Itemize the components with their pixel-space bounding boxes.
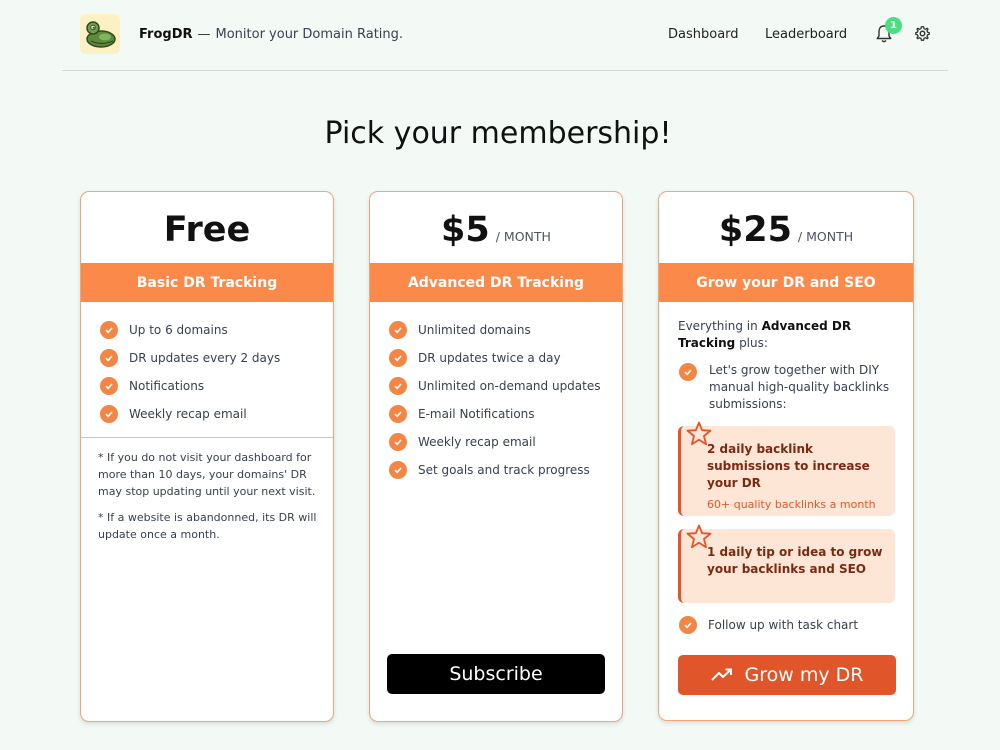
gear-icon[interactable] — [914, 25, 931, 42]
list-item: Notifications — [100, 372, 280, 400]
list-item: Let's grow together with DIY manual high… — [679, 362, 899, 413]
check-icon — [100, 321, 118, 339]
list-item: Unlimited domains — [389, 316, 601, 344]
check-icon — [679, 363, 697, 381]
app-name: FrogDR — [139, 27, 193, 42]
list-item: Up to 6 domains — [100, 316, 280, 344]
frog-logo[interactable] — [80, 14, 120, 54]
plan-name: Basic DR Tracking — [81, 263, 333, 302]
list-item: Weekly recap email — [100, 400, 280, 428]
feature-list: Unlimited domains DR updates twice a day… — [389, 316, 601, 484]
plan-card-advanced: $5 / MONTH Advanced DR Tracking Unlimite… — [369, 191, 623, 722]
notification-badge: 1 — [885, 17, 902, 34]
list-item: Weekly recap email — [389, 428, 601, 456]
check-icon — [389, 433, 407, 451]
feature-label: Weekly recap email — [129, 407, 247, 421]
list-item: Set goals and track progress — [389, 456, 601, 484]
feature-label: DR updates every 2 days — [129, 351, 281, 365]
perk-card: 2 daily backlink submissions to increase… — [678, 421, 895, 516]
perk-title: 1 daily tip or idea to grow your backlin… — [707, 545, 883, 576]
feature-label: Unlimited on-demand updates — [418, 379, 601, 393]
subscribe-button[interactable]: Subscribe — [387, 654, 605, 694]
intro-prefix: Everything in — [678, 319, 758, 333]
feature-label: DR updates twice a day — [418, 351, 561, 365]
check-icon — [100, 405, 118, 423]
feature-list: Up to 6 domains DR updates every 2 days … — [100, 316, 280, 428]
plan-price: Free — [81, 192, 333, 263]
check-icon — [389, 405, 407, 423]
feature-label: Let's grow together with DIY manual high… — [709, 363, 890, 411]
perk-card: 1 daily tip or idea to grow your backlin… — [678, 524, 895, 603]
check-icon — [389, 377, 407, 395]
price-amount: $5 — [441, 209, 490, 250]
price-period: / MONTH — [495, 229, 551, 244]
plan-name: Advanced DR Tracking — [370, 263, 622, 302]
feature-label: Follow up with task chart — [708, 618, 859, 632]
plan-price: $5 / MONTH — [370, 192, 622, 263]
price-period: / MONTH — [797, 229, 854, 244]
feature-label: Up to 6 domains — [129, 323, 228, 337]
feature-label: E-mail Notifications — [418, 407, 535, 421]
feature-label: Notifications — [129, 379, 205, 393]
star-icon — [686, 524, 712, 549]
app-brand: FrogDR — Monitor your Domain Rating. — [139, 27, 403, 42]
feature-label: Unlimited domains — [418, 323, 531, 337]
check-icon — [100, 377, 118, 395]
check-icon — [389, 461, 407, 479]
trending-up-icon — [710, 668, 732, 681]
list-item: E-mail Notifications — [389, 400, 601, 428]
footnote: * If you do not visit your dashboard for… — [98, 451, 316, 498]
plan-price: $25 / MONTH — [659, 192, 913, 263]
check-icon — [100, 349, 118, 367]
perk-title: 2 daily backlink submissions to increase… — [707, 442, 870, 490]
plan-intro: Everything in Advanced DR Tracking plus: — [678, 318, 903, 352]
list-item: Unlimited on-demand updates — [389, 372, 601, 400]
plan-name: Grow your DR and SEO — [659, 263, 913, 302]
price-amount: $25 — [718, 209, 792, 250]
list-item: DR updates every 2 days — [100, 344, 280, 372]
price-amount: Free — [163, 209, 251, 250]
star-icon — [686, 421, 712, 446]
list-item: Follow up with task chart — [679, 616, 858, 634]
feature-label: Set goals and track progress — [418, 463, 590, 477]
list-item: DR updates twice a day — [389, 344, 601, 372]
plan-card-free: Free Basic DR Tracking Up to 6 domains D… — [80, 191, 334, 722]
nav-leaderboard[interactable]: Leaderboard — [765, 27, 847, 42]
intro-suffix: plus: — [739, 336, 768, 350]
feature-label: Weekly recap email — [418, 435, 536, 449]
brand-separator: — — [197, 27, 211, 42]
page-title: Pick your membership! — [324, 116, 672, 151]
app-tagline: Monitor your Domain Rating. — [215, 27, 404, 42]
divider — [81, 437, 333, 438]
top-bar: FrogDR — Monitor your Domain Rating. Dashb… — [62, 0, 948, 71]
plan-card-grow: $25 / MONTH Grow your DR and SEO Everyth… — [658, 191, 914, 721]
check-icon — [679, 616, 697, 634]
perk-subtitle: 60+ quality backlinks a month — [707, 498, 876, 511]
footnote: * If a website is abandonned, its DR wil… — [98, 511, 317, 541]
check-icon — [389, 321, 407, 339]
grow-my-dr-button[interactable]: Grow my DR — [678, 655, 896, 695]
nav-dashboard[interactable]: Dashboard — [668, 27, 739, 42]
button-label: Grow my DR — [744, 664, 864, 686]
check-icon — [389, 349, 407, 367]
